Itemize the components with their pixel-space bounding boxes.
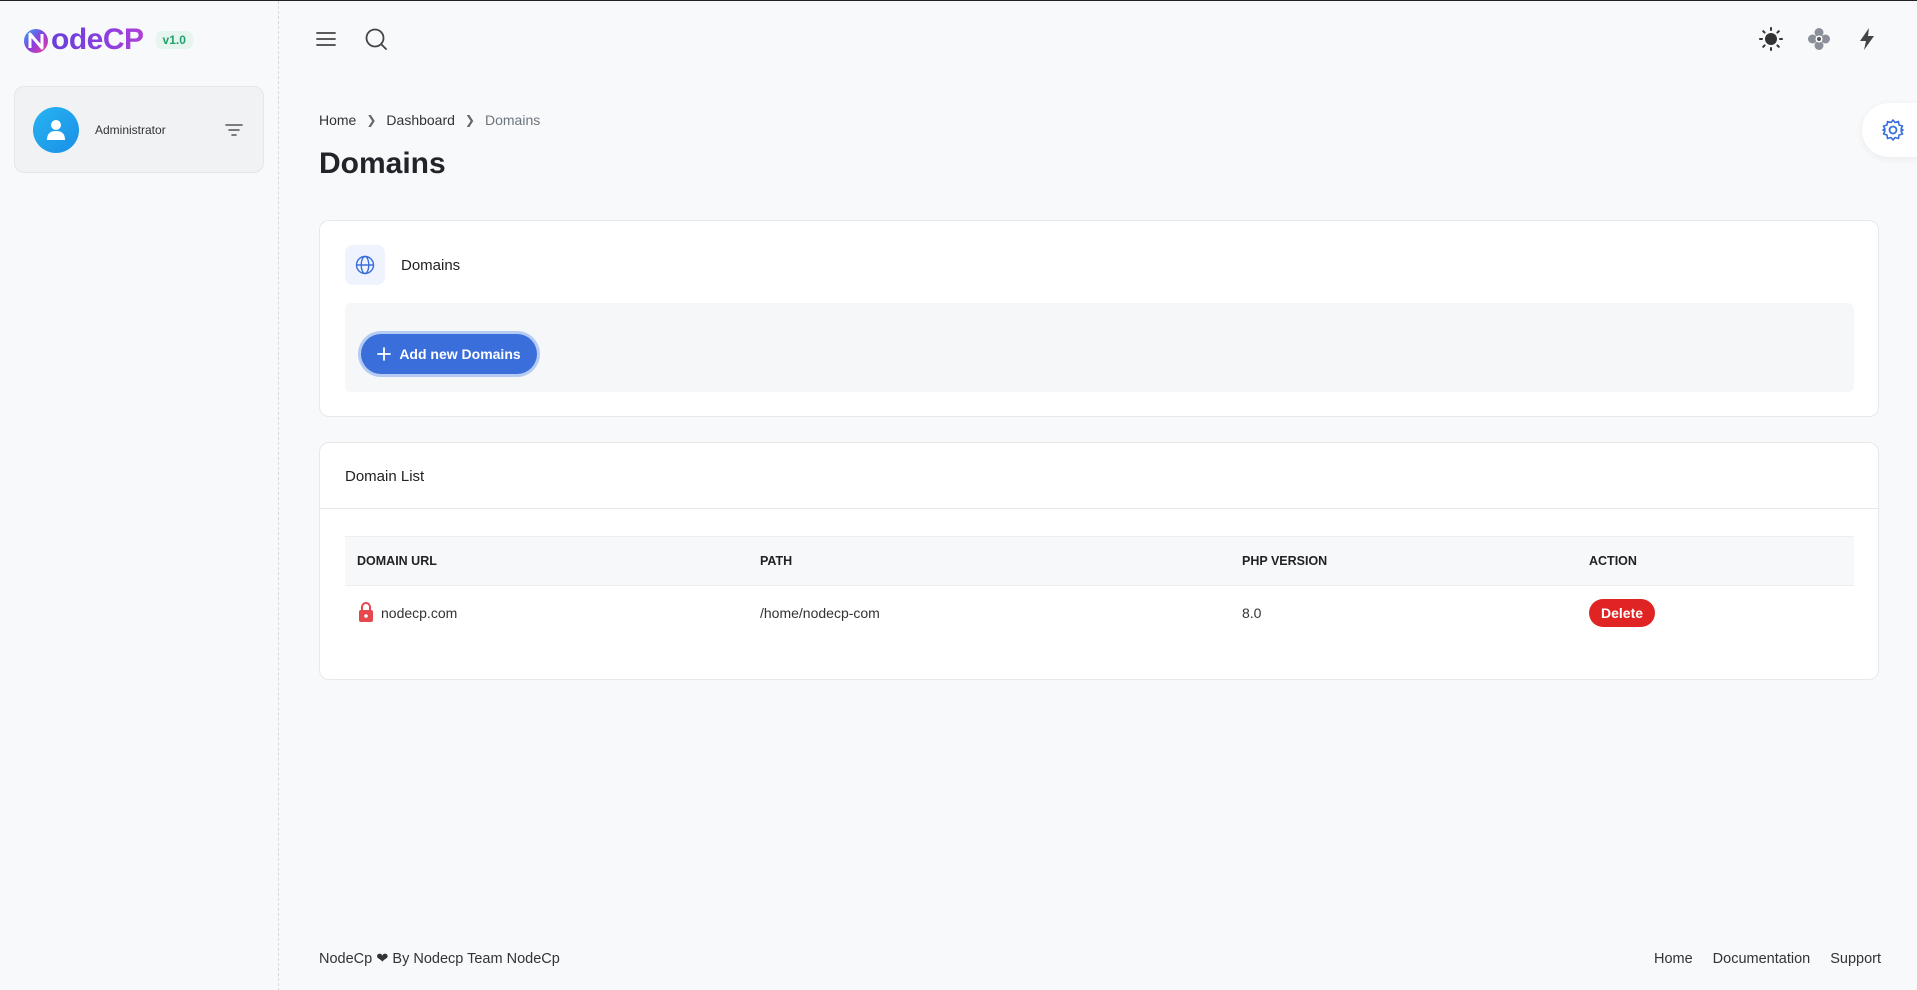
lock-icon: [357, 601, 375, 626]
plus-icon: [377, 347, 392, 361]
footer-link-documentation[interactable]: Documentation: [1713, 951, 1811, 967]
domains-card: Domains Add new Domains: [319, 220, 1879, 417]
sun-icon[interactable]: [1757, 25, 1785, 53]
table-header: DOMAIN URL PATH PHP VERSION ACTION: [345, 536, 1854, 586]
heart-icon: ❤: [376, 951, 389, 967]
domain-cell: nodecp.com: [345, 601, 760, 626]
action-area: Add new Domains: [345, 303, 1854, 392]
logo-mark-icon: [22, 26, 50, 54]
path-cell: /home/nodecp-com: [760, 605, 880, 621]
logo[interactable]: odeCP v1.0: [22, 23, 193, 57]
breadcrumb: Home ❯ Dashboard ❯ Domains: [319, 112, 540, 128]
column-header-path: PATH: [760, 554, 793, 568]
footer-link-support[interactable]: Support: [1830, 951, 1881, 967]
footer-credit-text: By Nodecp Team NodeCp: [392, 951, 560, 967]
topbar-left: [312, 25, 390, 53]
add-domain-button[interactable]: Add new Domains: [361, 334, 537, 374]
menu-icon[interactable]: [312, 25, 340, 53]
column-header-php: PHP VERSION: [1242, 554, 1328, 568]
user-icon: [47, 119, 65, 140]
version-badge: v1.0: [155, 31, 193, 49]
php-version-cell: 8.0: [1242, 605, 1262, 621]
user-card[interactable]: Administrator: [14, 86, 264, 173]
page-title: Domains: [319, 147, 446, 180]
table-row: nodecp.com /home/nodecp-com 8.0 Delete: [345, 586, 1854, 640]
add-domain-button-label: Add new Domains: [399, 346, 521, 362]
topbar-right: [1757, 25, 1881, 53]
domain-url[interactable]: nodecp.com: [381, 605, 457, 621]
delete-button[interactable]: Delete: [1589, 599, 1656, 627]
domains-card-header: Domains: [320, 221, 1878, 285]
column-header-action: ACTION: [1589, 554, 1637, 568]
globe-icon: [345, 245, 385, 285]
domains-card-title: Domains: [401, 256, 461, 274]
breadcrumb-dashboard[interactable]: Dashboard: [386, 112, 455, 128]
avatar: [33, 106, 79, 153]
domain-list-title: Domain List: [320, 443, 1878, 509]
logo-text: odeCP: [51, 23, 144, 56]
footer-links: Home Documentation Support: [1654, 951, 1881, 967]
user-name: Administrator: [95, 122, 166, 137]
footer-link-home[interactable]: Home: [1654, 951, 1693, 967]
gear-icon: [1881, 119, 1904, 141]
sidebar: odeCP v1.0 Administrator: [0, 1, 279, 990]
breadcrumb-current: Domains: [484, 112, 541, 128]
flower-icon[interactable]: [1805, 25, 1833, 53]
breadcrumb-home[interactable]: Home: [319, 112, 356, 128]
action-cell: Delete: [1589, 599, 1854, 627]
footer-brand: NodeCp: [319, 951, 373, 967]
search-icon[interactable]: [362, 25, 390, 53]
chevron-right-icon: ❯: [464, 113, 475, 127]
domain-table: DOMAIN URL PATH PHP VERSION ACTION nodec…: [345, 536, 1854, 640]
settings-tab[interactable]: [1862, 103, 1917, 157]
filter-icon[interactable]: [223, 119, 245, 141]
column-header-domain: DOMAIN URL: [357, 554, 437, 568]
bolt-icon[interactable]: [1853, 25, 1881, 53]
chevron-right-icon: ❯: [366, 113, 377, 127]
domain-list-card: Domain List DOMAIN URL PATH PHP VERSION …: [319, 442, 1879, 680]
footer-credit: NodeCp ❤ By Nodecp Team NodeCp: [319, 951, 560, 967]
